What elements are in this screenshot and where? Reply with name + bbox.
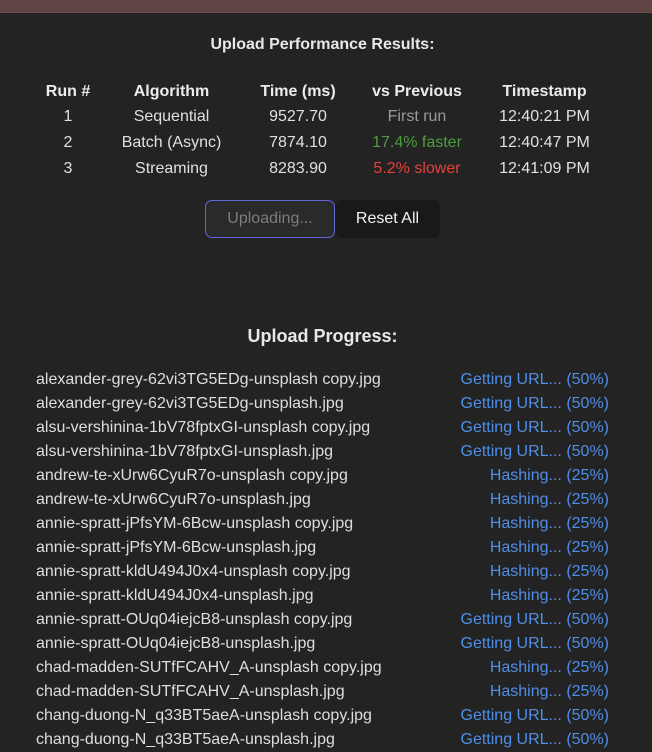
- header-time: Time (ms): [260, 83, 336, 100]
- file-status: Hashing... (25%): [489, 515, 609, 532]
- page: Upload Performance Results: Run # Algori…: [0, 0, 652, 748]
- file-name: annie-spratt-jPfsYM-6Bcw-unsplash.jpg: [36, 539, 317, 556]
- file-status: Getting URL... (50%): [460, 611, 610, 628]
- list-item: alexander-grey-62vi3TG5EDg-unsplash copy…: [36, 368, 609, 392]
- cell-algorithm: Batch (Async): [121, 134, 222, 151]
- results-table: Run # Algorithm Time (ms) vs Previous Ti…: [32, 80, 612, 182]
- file-status: Hashing... (25%): [489, 491, 609, 508]
- list-item: alsu-vershinina-1bV78fptxGI-unsplash.jpg…: [36, 440, 609, 464]
- cell-vs-previous: 17.4% faster: [372, 134, 462, 151]
- file-status: Hashing... (25%): [489, 683, 609, 700]
- file-status: Hashing... (25%): [489, 587, 609, 604]
- list-item: chang-duong-N_q33BT5aeA-unsplash.jpg Gett…: [36, 728, 609, 752]
- cell-timestamp: 12:40:47 PM: [499, 134, 590, 151]
- file-name: chad-madden-SUTfFCAHV_A-unsplash.jpg: [36, 683, 345, 700]
- file-status: Getting URL... (50%): [460, 395, 610, 412]
- header-algorithm: Algorithm: [133, 83, 210, 100]
- list-item: annie-spratt-kldU494J0x4-unsplash.jpg Has…: [36, 584, 609, 608]
- cell-vs-previous: 5.2% slower: [373, 160, 461, 177]
- file-name: annie-spratt-OUq04iejcB8-unsplash copy.j…: [36, 611, 353, 628]
- header-timestamp: Timestamp: [502, 83, 587, 100]
- file-name: annie-spratt-kldU494J0x4-unsplash copy.j…: [36, 563, 351, 580]
- file-status: Getting URL... (50%): [460, 419, 610, 436]
- cell-run: 3: [63, 160, 73, 177]
- file-name: alexander-grey-62vi3TG5EDg-unsplash.jpg: [36, 395, 344, 412]
- cell-time: 8283.90: [269, 160, 327, 177]
- progress-title: Upload Progress:: [247, 326, 398, 346]
- progress-list: alexander-grey-62vi3TG5EDg-unsplash copy…: [36, 368, 609, 752]
- file-name: andrew-te-xUrw6CyuR7o-unsplash.jpg: [36, 491, 311, 508]
- file-name: chang-duong-N_q33BT5aeA-unsplash copy.jp…: [36, 707, 372, 724]
- file-status: Getting URL... (50%): [460, 371, 610, 388]
- list-item: chang-duong-N_q33BT5aeA-unsplash copy.jp…: [36, 704, 609, 728]
- list-item: andrew-te-xUrw6CyuR7o-unsplash copy.jpg H…: [36, 464, 609, 488]
- list-item: annie-spratt-OUq04iejcB8-unsplash.jpg Get…: [36, 632, 609, 656]
- file-name: annie-spratt-OUq04iejcB8-unsplash.jpg: [36, 635, 316, 652]
- header-run: Run #: [45, 83, 91, 100]
- file-status: Hashing... (25%): [489, 659, 609, 676]
- cell-timestamp: 12:41:09 PM: [499, 160, 590, 177]
- list-item: annie-spratt-jPfsYM-6Bcw-unsplash copy.j…: [36, 512, 609, 536]
- list-item: alsu-vershinina-1bV78fptxGI-unsplash cop…: [36, 416, 609, 440]
- list-item: annie-spratt-kldU494J0x4-unsplash copy.j…: [36, 560, 609, 584]
- file-name: alsu-vershinina-1bV78fptxGI-unsplash cop…: [36, 419, 371, 436]
- file-name: andrew-te-xUrw6CyuR7o-unsplash copy.jpg: [36, 467, 348, 484]
- upload-button[interactable]: Uploading...: [205, 200, 335, 238]
- list-item: chad-madden-SUTfFCAHV_A-unsplash.jpg Hash…: [36, 680, 609, 704]
- cell-timestamp: 12:40:21 PM: [499, 108, 590, 125]
- file-status: Getting URL... (50%): [460, 635, 610, 652]
- list-item: annie-spratt-OUq04iejcB8-unsplash copy.j…: [36, 608, 609, 632]
- reset-all-button[interactable]: Reset All: [335, 200, 440, 238]
- cell-time: 9527.70: [269, 108, 327, 125]
- results-title: Upload Performance Results:: [210, 36, 435, 53]
- file-status: Getting URL... (50%): [460, 443, 610, 460]
- file-name: chang-duong-N_q33BT5aeA-unsplash.jpg: [36, 731, 335, 748]
- cell-time: 7874.10: [269, 134, 327, 151]
- cell-vs-previous: First run: [387, 108, 447, 125]
- file-status: Hashing... (25%): [489, 563, 609, 580]
- header-vs-previous: vs Previous: [372, 83, 462, 100]
- cell-algorithm: Sequential: [133, 108, 210, 125]
- table-row: 3 Streaming 8283.90 5.2% slower 12:41:09…: [32, 156, 612, 182]
- file-name: chad-madden-SUTfFCAHV_A-unsplash copy.jp…: [36, 659, 382, 676]
- top-banner: [0, 0, 652, 13]
- results-header-row: Run # Algorithm Time (ms) vs Previous Ti…: [32, 80, 612, 104]
- file-status: Hashing... (25%): [489, 467, 609, 484]
- file-status: Getting URL... (50%): [460, 731, 610, 748]
- file-status: Getting URL... (50%): [460, 707, 610, 724]
- cell-run: 1: [63, 108, 73, 125]
- list-item: alexander-grey-62vi3TG5EDg-unsplash.jpg G…: [36, 392, 609, 416]
- list-item: chad-madden-SUTfFCAHV_A-unsplash copy.jp…: [36, 656, 609, 680]
- list-item: andrew-te-xUrw6CyuR7o-unsplash.jpg Hashin…: [36, 488, 609, 512]
- file-status: Hashing... (25%): [489, 539, 609, 556]
- table-row: 2 Batch (Async) 7874.10 17.4% faster 12:…: [32, 130, 612, 156]
- table-row: 1 Sequential 9527.70 First run 12:40:21 …: [32, 104, 612, 130]
- list-item: annie-spratt-jPfsYM-6Bcw-unsplash.jpg Has…: [36, 536, 609, 560]
- file-name: annie-spratt-kldU494J0x4-unsplash.jpg: [36, 587, 314, 604]
- file-name: alsu-vershinina-1bV78fptxGI-unsplash.jpg: [36, 443, 334, 460]
- cell-run: 2: [63, 134, 73, 151]
- file-name: annie-spratt-jPfsYM-6Bcw-unsplash copy.j…: [36, 515, 354, 532]
- cell-algorithm: Streaming: [135, 160, 208, 177]
- file-name: alexander-grey-62vi3TG5EDg-unsplash copy…: [36, 371, 381, 388]
